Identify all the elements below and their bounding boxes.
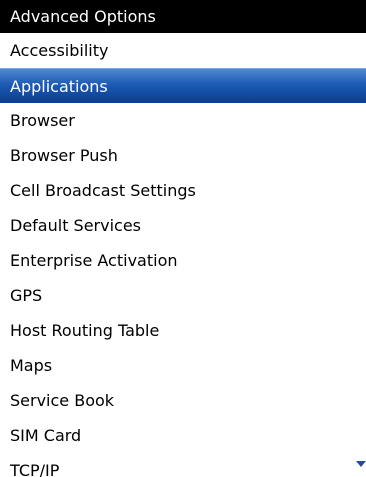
option-item-host-routing-table[interactable]: Host Routing Table: [0, 313, 366, 348]
option-item-browser-push[interactable]: Browser Push: [0, 138, 366, 173]
option-item-cell-broadcast-settings[interactable]: Cell Broadcast Settings: [0, 173, 366, 208]
option-item-browser[interactable]: Browser: [0, 103, 366, 138]
option-item-maps[interactable]: Maps: [0, 348, 366, 383]
option-item-service-book[interactable]: Service Book: [0, 383, 366, 418]
advanced-options-list: Accessibility Applications Browser Brows…: [0, 33, 366, 477]
option-item-applications[interactable]: Applications: [0, 68, 366, 103]
option-item-accessibility[interactable]: Accessibility: [0, 33, 366, 68]
scroll-down-arrow-icon[interactable]: [356, 461, 366, 467]
option-item-enterprise-activation[interactable]: Enterprise Activation: [0, 243, 366, 278]
option-item-default-services[interactable]: Default Services: [0, 208, 366, 243]
option-item-gps[interactable]: GPS: [0, 278, 366, 313]
screen-title: Advanced Options: [0, 0, 366, 33]
option-item-sim-card[interactable]: SIM Card: [0, 418, 366, 453]
option-item-tcp-ip[interactable]: TCP/IP: [0, 453, 366, 477]
